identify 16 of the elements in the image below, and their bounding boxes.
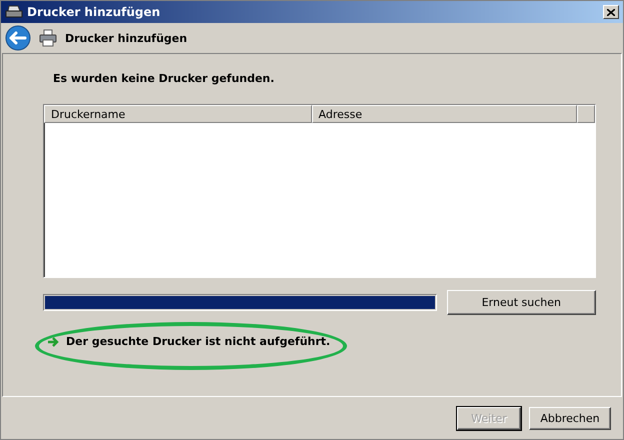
back-button[interactable] [5, 25, 31, 51]
printer-icon [39, 29, 57, 47]
window-title: Drucker hinzufügen [27, 5, 162, 19]
column-header[interactable]: Druckername [44, 105, 312, 123]
search-again-button[interactable]: Erneut suchen [446, 290, 596, 315]
cancel-button[interactable]: Abbrechen [529, 406, 611, 430]
printer-icon [5, 5, 23, 19]
close-button[interactable] [603, 5, 619, 19]
status-message: Es wurden keine Drucker gefunden. [53, 72, 276, 85]
printer-not-listed-link[interactable]: Der gesuchte Drucker ist nicht aufgeführt. [66, 335, 330, 348]
printer-list[interactable]: Druckername Adresse [43, 104, 596, 278]
dialog-heading: Drucker hinzufügen [65, 32, 188, 44]
close-icon [607, 8, 615, 16]
column-header [577, 105, 595, 123]
column-header[interactable]: Adresse [312, 105, 577, 123]
arrow-icon [48, 336, 59, 346]
